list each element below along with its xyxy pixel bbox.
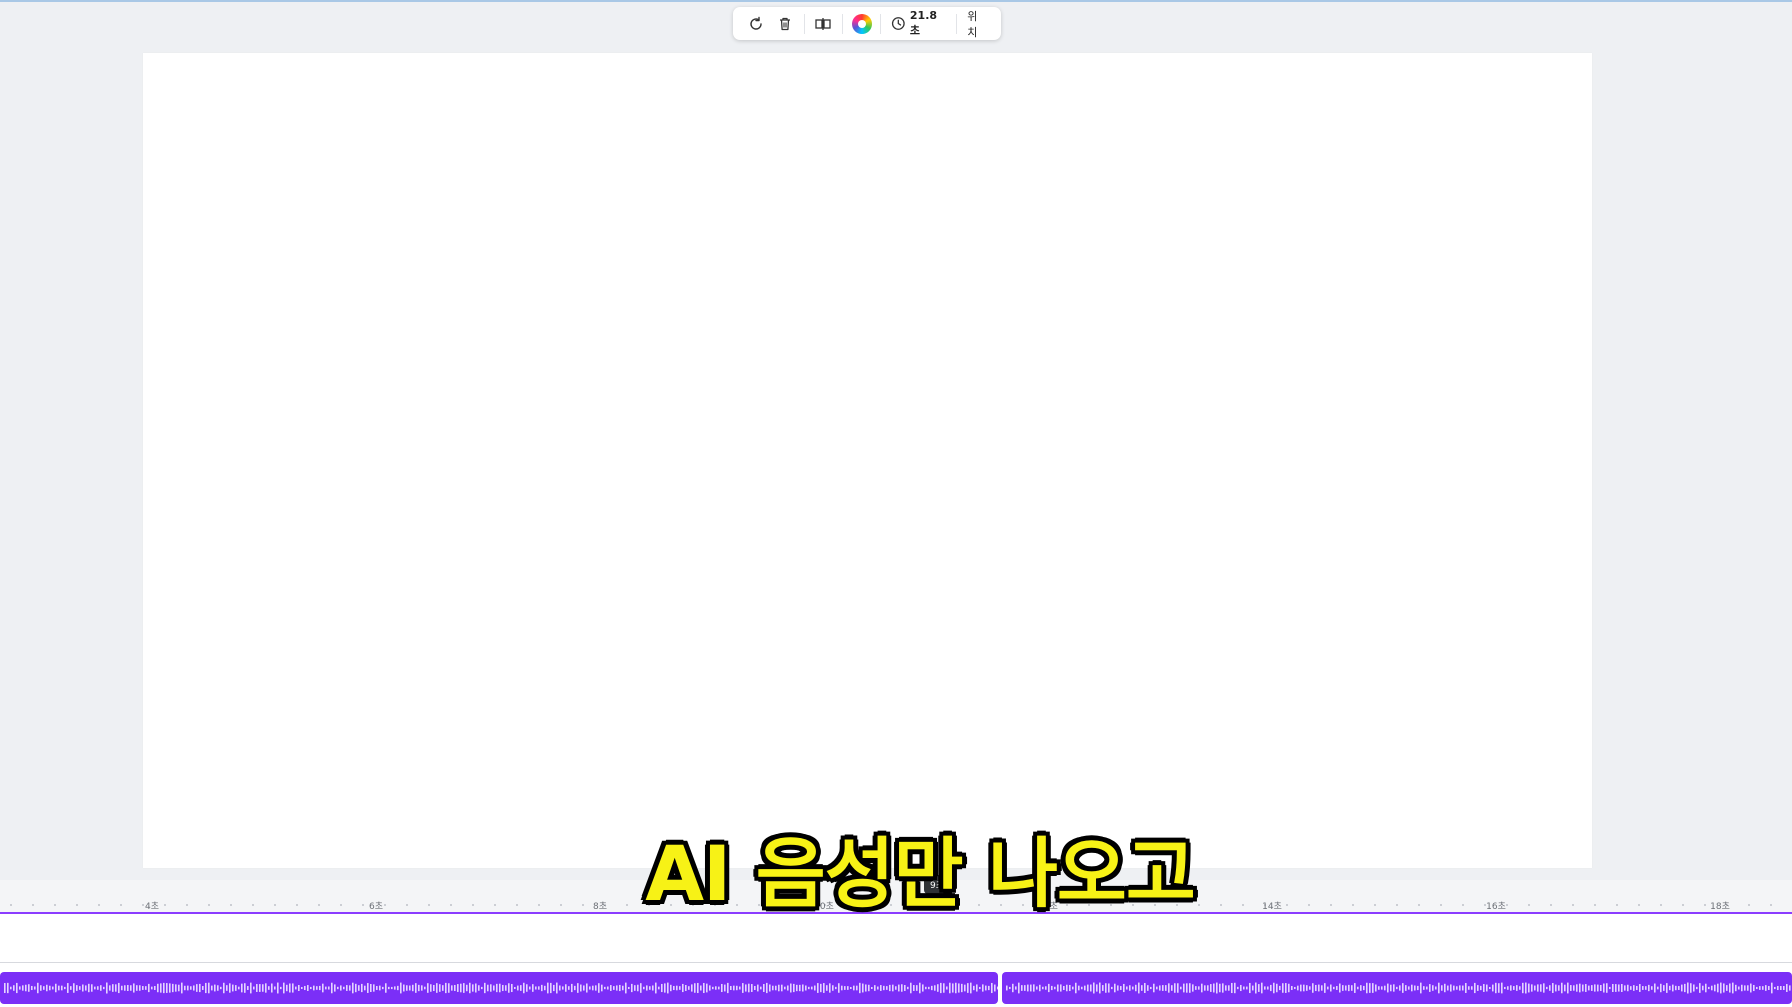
split-button[interactable] [809,11,838,37]
delete-button[interactable] [770,11,799,37]
toolbar-divider [956,13,958,34]
duration-button[interactable]: 21.8초 [885,9,952,37]
toolbar-divider [880,13,882,34]
subtitle-caption: AI 음성만 나오고 [645,829,1196,918]
audio-clip[interactable] [0,972,998,1004]
toolbar-divider [841,13,843,34]
audio-track [0,972,1792,1004]
ruler-tick: 4초 [144,902,160,912]
ruler-tick: 6초 [368,902,384,912]
ruler-tick: 16초 [1486,902,1506,912]
waveform [4,982,998,994]
element-toolbar: 21.8초 위치 [733,7,1001,40]
clock-icon [892,17,905,30]
split-icon [815,17,831,30]
color-button[interactable] [847,11,876,37]
refresh-icon [749,16,762,30]
design-canvas[interactable] [143,53,1592,868]
position-button[interactable]: 위치 [961,8,993,40]
window-top-border [0,0,1792,2]
trash-icon [779,17,790,30]
regenerate-button[interactable] [741,11,770,37]
audio-clip[interactable] [1002,972,1792,1004]
waveform [1006,982,1791,994]
color-wheel-icon [851,13,872,34]
toolbar-divider [803,13,805,34]
ruler-tick: 18초 [1710,902,1730,912]
duration-label: 21.8초 [909,9,938,37]
